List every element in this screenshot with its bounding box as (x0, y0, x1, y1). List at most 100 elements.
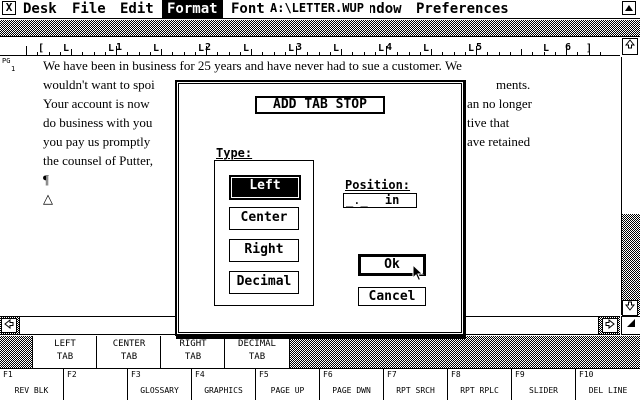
ruler-tab-mark[interactable]: L (378, 43, 384, 54)
function-key-f2[interactable]: F2 (64, 369, 128, 400)
document-line-fragment[interactable]: an no longer (467, 96, 532, 112)
ruler-tick (341, 49, 342, 55)
ruler-tick (285, 52, 286, 55)
position-input[interactable]: _._ in (343, 193, 417, 208)
function-key-label: PAGE UP (270, 386, 305, 395)
ruler-tick (150, 52, 151, 55)
ruler-tick (26, 46, 27, 55)
function-key-f8[interactable]: F8 RPT RPLC (448, 369, 512, 400)
document-line-fragment[interactable]: ave retained (467, 134, 530, 150)
ruler-tick (240, 52, 241, 55)
page-indicator: PG 1 (2, 57, 15, 73)
ruler-tab-mark[interactable]: L (63, 43, 69, 54)
arrow-cursor-icon (412, 263, 424, 286)
right-tab-button[interactable]: RIGHT TAB (160, 336, 226, 370)
type-label: Type: (216, 146, 253, 160)
ruler[interactable]: [ L L 1 L L 2 L L 3 L L 4 L L 5 L 6 ] (0, 38, 620, 56)
type-center-button[interactable]: Center (229, 207, 299, 230)
close-box-icon[interactable]: X (2, 1, 16, 15)
center-tab-button[interactable]: CENTER TAB (96, 336, 162, 370)
window-title-bar[interactable] (0, 20, 640, 37)
document-line[interactable]: We have been in business for 25 years an… (43, 58, 462, 74)
arrow-up-icon[interactable] (622, 38, 638, 55)
document-line-fragment[interactable]: tive that (467, 115, 509, 131)
menu-format[interactable]: Format (162, 0, 223, 19)
ruler-tick (139, 52, 140, 55)
menu-file[interactable]: File (67, 0, 111, 19)
ruler-tick (375, 52, 376, 55)
function-key-f10[interactable]: F10 DEL LINE (576, 369, 640, 400)
arrow-down-icon[interactable] (622, 300, 638, 316)
ruler-tab-mark[interactable]: L (198, 43, 204, 54)
arrow-left-icon[interactable] (1, 318, 17, 333)
function-key-number: F2 (67, 370, 77, 379)
ruler-tab-mark[interactable]: L (288, 43, 294, 54)
function-key-f5[interactable]: F5 PAGE UP (256, 369, 320, 400)
ruler-tick (544, 52, 545, 55)
function-key-number: F9 (515, 370, 525, 379)
tab-button-label: TAB (184, 352, 202, 362)
document-line[interactable]: do business with you (43, 115, 152, 131)
ruler-tab-mark[interactable]: L (468, 43, 474, 54)
ruler-tick (510, 52, 511, 55)
document-line[interactable]: you pay us promptly (43, 134, 150, 150)
tab-button-label: RIGHT (179, 339, 207, 349)
ruler-tick (251, 49, 252, 55)
tab-button-label: TAB (56, 352, 74, 362)
ruler-tick (105, 52, 106, 55)
decimal-tab-button[interactable]: DECIMAL TAB (224, 336, 290, 370)
function-key-f3[interactable]: F3 GLOSSARY (128, 369, 192, 400)
type-decimal-button[interactable]: Decimal (229, 271, 299, 294)
position-value[interactable]: _._ (346, 193, 368, 207)
dialog-title: ADD TAB STOP (255, 96, 385, 114)
function-key-f1[interactable]: F1 REV BLK (0, 369, 64, 400)
ruler-left-margin[interactable]: [ (38, 43, 44, 54)
full-box-icon[interactable] (622, 1, 636, 15)
function-key-number: F1 (3, 370, 13, 379)
function-key-f6[interactable]: F6 PAGE DWN (320, 369, 384, 400)
size-box-icon[interactable] (621, 316, 640, 335)
document-line[interactable]: the counsel of Putter, (43, 153, 153, 169)
tab-button-label: LEFT (54, 339, 76, 349)
vertical-scroll-thumb[interactable] (621, 57, 640, 214)
ruler-tick (37, 52, 38, 55)
type-right-button[interactable]: Right (229, 239, 299, 262)
document-line[interactable]: Your account is now (43, 96, 150, 112)
ruler-tick (364, 52, 365, 55)
function-key-number: F8 (451, 370, 461, 379)
ruler-tab-mark[interactable]: L (108, 43, 114, 54)
ruler-tick (386, 46, 387, 55)
ruler-tick (330, 52, 331, 55)
ruler-tick (352, 52, 353, 55)
ruler-tick (319, 52, 320, 55)
ruler-tick (296, 46, 297, 55)
function-key-label: DEL LINE (588, 386, 628, 395)
ruler-tick (94, 52, 95, 55)
tab-button-label: DECIMAL (238, 339, 276, 349)
ruler-tick (397, 52, 398, 55)
function-key-f7[interactable]: F7 RPT SRCH (384, 369, 448, 400)
ruler-tab-mark[interactable]: L (243, 43, 249, 54)
ruler-tick (206, 46, 207, 55)
menu-desk[interactable]: Desk (18, 0, 62, 19)
function-key-f9[interactable]: F9 SLIDER (512, 369, 576, 400)
function-key-f4[interactable]: F4 GRAPHICS (192, 369, 256, 400)
arrow-right-icon[interactable] (602, 318, 618, 333)
type-left-button[interactable]: Left (229, 175, 301, 200)
document-line-fragment[interactable]: ments. (496, 77, 530, 93)
ruler-tick (431, 49, 432, 55)
function-key-number: F7 (387, 370, 397, 379)
left-tab-button[interactable]: LEFT TAB (32, 336, 98, 370)
function-key-label: GRAPHICS (204, 386, 243, 395)
paragraph-mark: ¶ (43, 172, 49, 187)
ruler-tick (476, 46, 477, 55)
menu-preferences[interactable]: Preferences (411, 0, 514, 19)
document-line[interactable]: wouldn't want to spoi (43, 77, 155, 93)
ruler-tick (442, 52, 443, 55)
function-key-label: RPT SRCH (396, 386, 435, 395)
ruler-tab-mark[interactable]: L (333, 43, 339, 54)
cancel-button[interactable]: Cancel (358, 287, 426, 306)
ruler-tab-mark[interactable]: L (423, 43, 429, 54)
ruler-tab-mark[interactable]: L (153, 43, 159, 54)
menu-edit[interactable]: Edit (115, 0, 159, 19)
